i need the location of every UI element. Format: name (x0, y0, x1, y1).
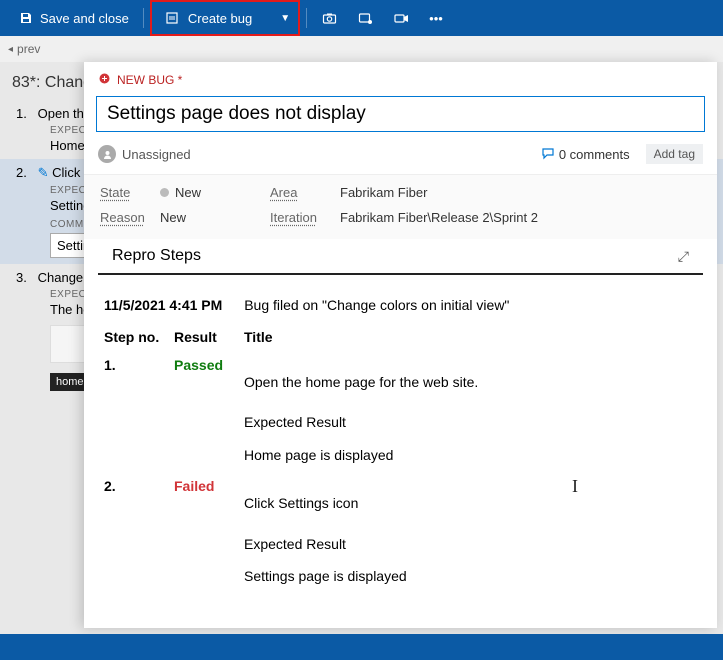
comments-label: 0 comments (559, 147, 630, 162)
state-label: State (100, 185, 160, 200)
toolbar-separator (306, 8, 307, 28)
ellipsis-icon: ••• (429, 11, 443, 26)
iteration-value[interactable]: Fabrikam Fiber\Release 2\Sprint 2 (340, 210, 701, 225)
step-body: Open the home page for the web site. Exp… (244, 357, 697, 466)
save-close-button[interactable]: Save and close (8, 0, 139, 36)
bug-header-label: NEW BUG * (117, 73, 182, 87)
comments-button[interactable]: 0 comments (541, 146, 630, 163)
bug-meta-row: Unassigned 0 comments Add tag (84, 140, 717, 174)
expand-icon[interactable]: ⤢ (678, 248, 689, 265)
pencil-icon: ✎ (38, 165, 49, 180)
repro-subtitle: Bug filed on "Change colors on initial v… (244, 297, 509, 313)
new-bug-panel: NEW BUG * Unassigned 0 comments Add tag … (84, 62, 717, 628)
col-title: Title (244, 329, 697, 345)
repro-date: 11/5/2021 4:41 PM (104, 297, 222, 313)
more-button[interactable]: ••• (419, 0, 453, 36)
col-step: Step no. (104, 329, 174, 345)
create-bug-label: Create bug (188, 11, 252, 26)
prev-label: prev (17, 42, 40, 56)
iteration-label: Iteration (270, 210, 340, 225)
state-dot-icon (160, 188, 169, 197)
step-body: Click Settings icon Expected Result Sett… (244, 478, 697, 587)
step-result-passed: Passed (174, 357, 244, 373)
screen-record-icon (357, 10, 373, 26)
step-num: 1. (104, 357, 174, 373)
step-result-failed: Failed (174, 478, 244, 494)
footer-bar (0, 634, 723, 660)
comment-icon (541, 146, 555, 163)
step-num: 2. (104, 478, 174, 494)
repro-meta: 11/5/2021 4:41 PM Bug filed on "Change c… (104, 287, 697, 329)
assignee-label: Unassigned (122, 147, 191, 162)
repro-table-header: Step no. Result Title (104, 329, 697, 351)
add-tag-button[interactable]: Add tag (646, 144, 703, 164)
record-screen-button[interactable] (347, 0, 383, 36)
state-value[interactable]: New (160, 185, 270, 200)
avatar-icon (98, 145, 116, 163)
bug-fields: State New Area Fabrikam Fiber Reason New… (84, 174, 717, 239)
top-toolbar: Save and close Create bug ▼ ••• (0, 0, 723, 36)
bug-type-icon (98, 72, 111, 88)
bug-icon (164, 10, 180, 26)
repro-row-1: 1. Passed Open the home page for the web… (104, 351, 697, 472)
screenshot-button[interactable] (311, 0, 347, 36)
prev-nav[interactable]: ◂ prev (0, 36, 723, 62)
camera-icon (321, 10, 337, 26)
text-cursor-icon: I (572, 476, 578, 497)
save-close-label: Save and close (40, 11, 129, 26)
chevron-left-icon: ◂ (8, 44, 13, 55)
chevron-down-icon: ▼ (280, 13, 290, 24)
video-icon (393, 10, 409, 26)
area-value[interactable]: Fabrikam Fiber (340, 185, 701, 200)
repro-row-2: 2. Failed Click Settings icon Expected R… (104, 472, 697, 593)
area-label: Area (270, 185, 340, 200)
create-bug-button[interactable]: Create bug ▼ (150, 0, 300, 36)
col-result: Result (174, 329, 244, 345)
assignee-picker[interactable]: Unassigned (98, 145, 525, 163)
repro-steps-header: Repro Steps ⤢ (98, 239, 703, 275)
save-icon (18, 10, 34, 26)
bug-title-input[interactable] (96, 96, 705, 132)
video-button[interactable] (383, 0, 419, 36)
reason-label: Reason (100, 210, 160, 225)
toolbar-separator (143, 8, 144, 28)
reason-value[interactable]: New (160, 210, 270, 225)
bug-header: NEW BUG * (84, 62, 717, 94)
repro-steps-body[interactable]: 11/5/2021 4:41 PM Bug filed on "Change c… (84, 275, 717, 628)
repro-steps-title: Repro Steps (112, 247, 201, 265)
